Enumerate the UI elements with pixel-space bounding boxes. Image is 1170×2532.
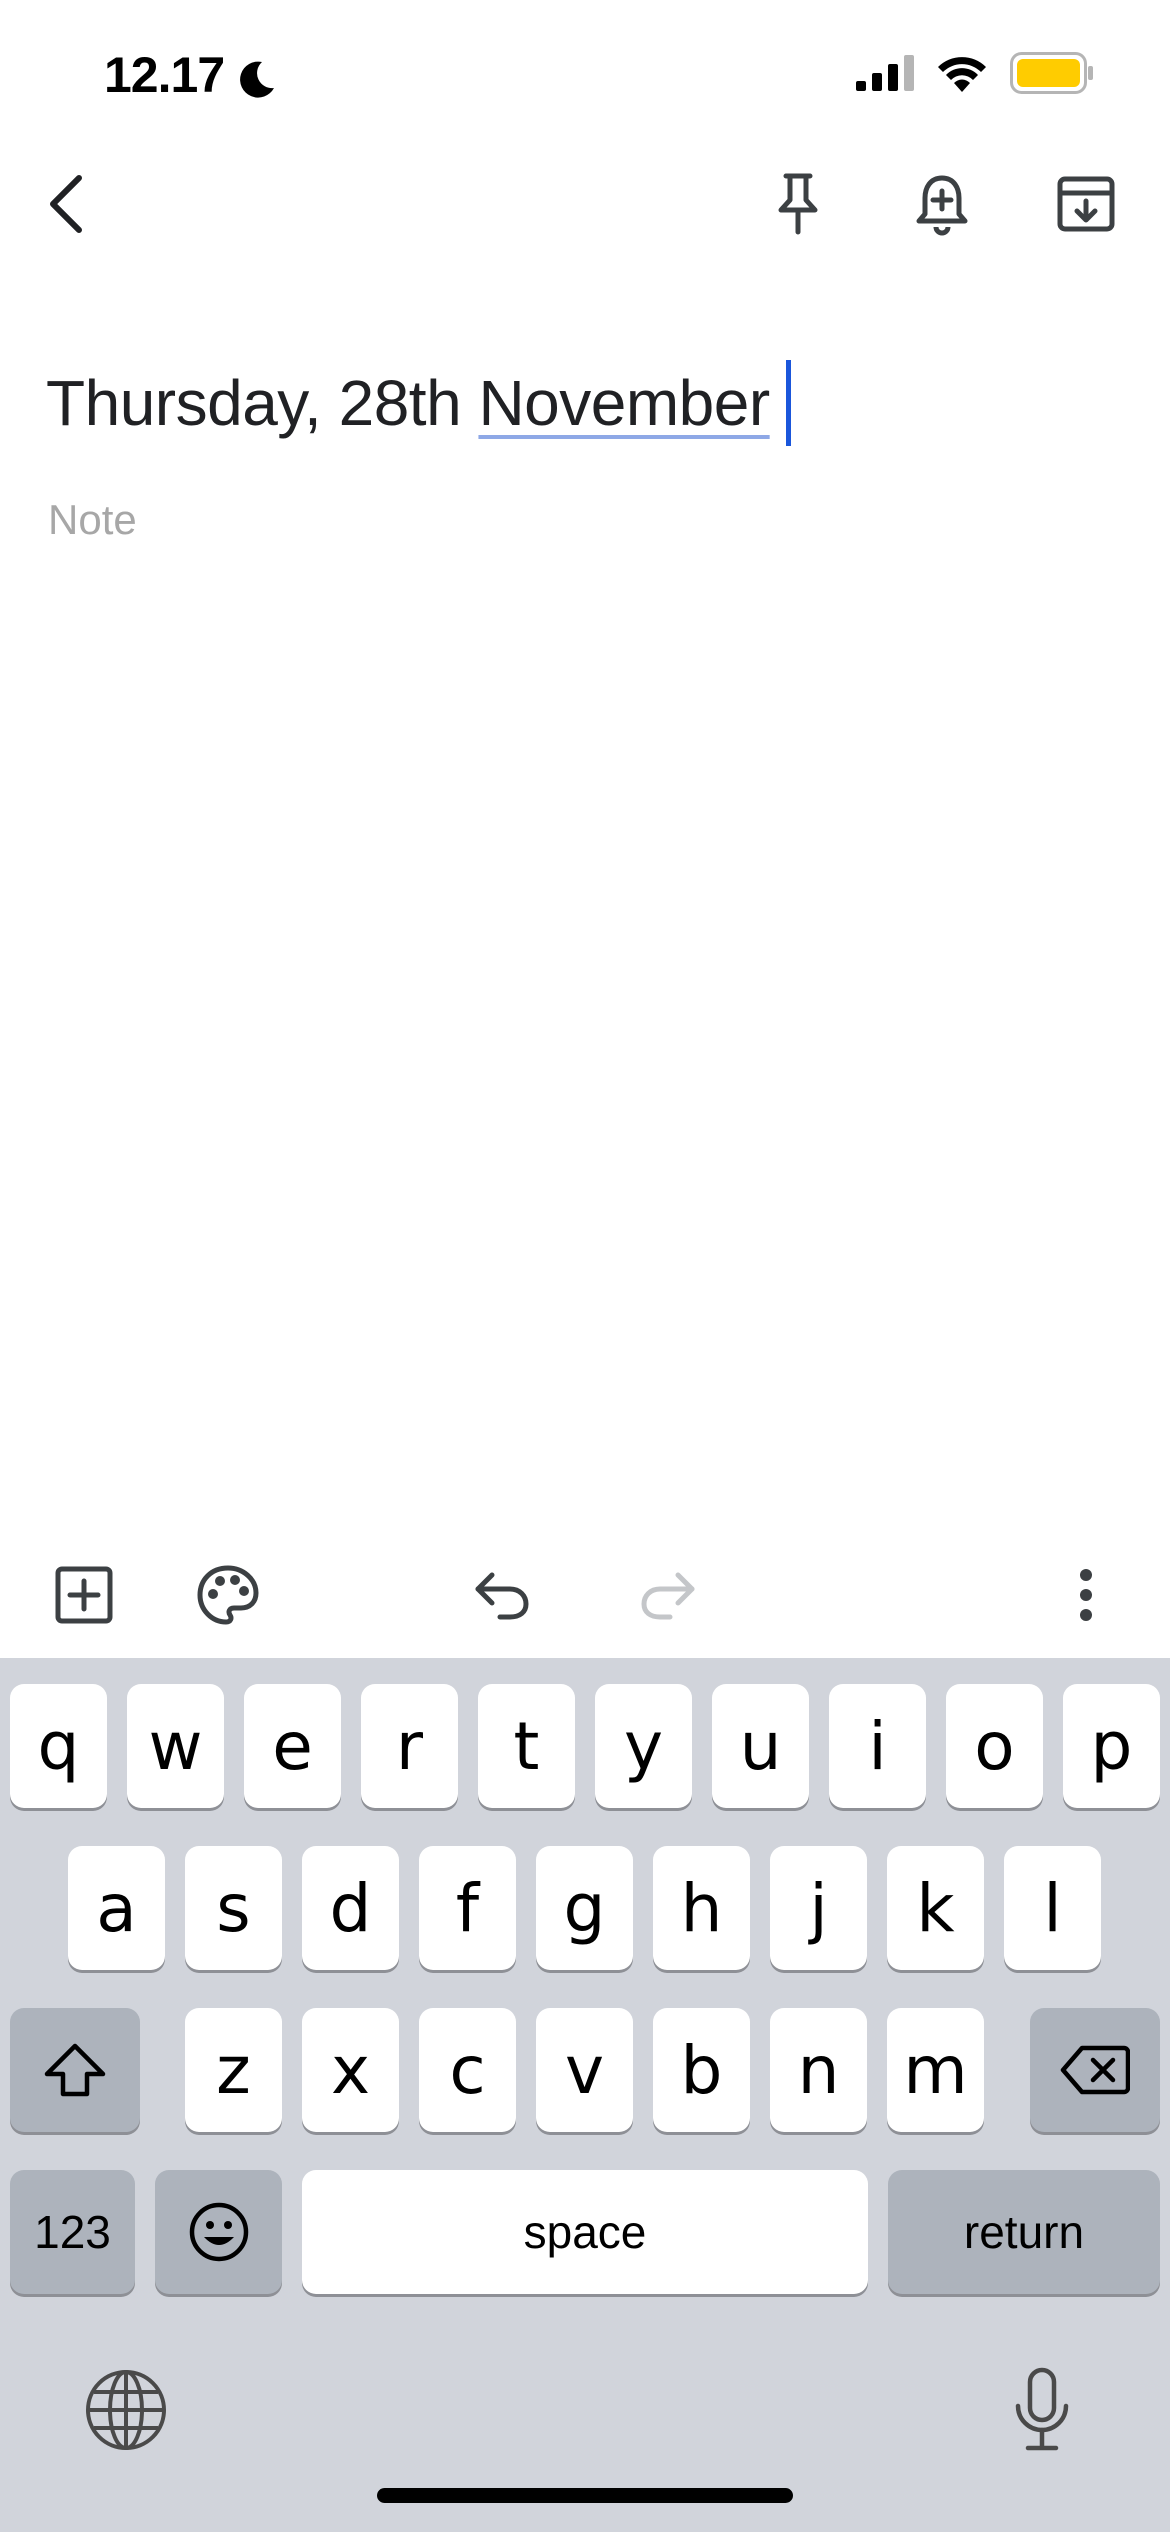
cellular-signal-icon xyxy=(856,55,914,91)
keyboard: q w e r t y u i o p a s d f g h j k l z … xyxy=(0,1658,1170,2532)
back-arrow-icon xyxy=(50,175,82,233)
key-e[interactable]: e xyxy=(244,1684,341,1808)
key-s[interactable]: s xyxy=(185,1846,282,1970)
undo-icon xyxy=(475,1572,529,1620)
more-vert-icon xyxy=(1080,1569,1092,1621)
reminder-bell-icon xyxy=(916,175,968,236)
key-c[interactable]: c xyxy=(419,2008,516,2132)
archive-button[interactable] xyxy=(1036,154,1136,254)
key-j[interactable]: j xyxy=(770,1846,867,1970)
key-t[interactable]: t xyxy=(478,1684,575,1808)
status-bar: 12.17 xyxy=(0,0,1170,150)
app-bar xyxy=(0,150,1170,260)
numbers-key[interactable]: 123 xyxy=(10,2170,135,2294)
microphone-icon xyxy=(1015,2367,1069,2451)
key-z[interactable]: z xyxy=(185,2008,282,2132)
note-title-autocorrect-word: November xyxy=(478,367,770,439)
emoji-key[interactable] xyxy=(155,2170,282,2294)
key-y[interactable]: y xyxy=(595,1684,692,1808)
battery-icon xyxy=(1010,52,1093,94)
key-v[interactable]: v xyxy=(536,2008,633,2132)
key-q[interactable]: q xyxy=(10,1684,107,1808)
editor-toolbar xyxy=(0,1530,1170,1660)
space-key[interactable]: space xyxy=(302,2170,868,2294)
return-key[interactable]: return xyxy=(888,2170,1160,2294)
key-x[interactable]: x xyxy=(302,2008,399,2132)
note-title-text: Thursday, 28th xyxy=(46,367,479,439)
add-box-icon xyxy=(55,1566,113,1624)
pin-icon xyxy=(778,173,818,235)
note-body-field[interactable]: Note xyxy=(48,496,137,544)
note-title-field[interactable]: Thursday, 28th November xyxy=(46,360,791,446)
pin-button[interactable] xyxy=(748,154,848,254)
archive-icon xyxy=(1057,176,1115,232)
key-f[interactable]: f xyxy=(419,1846,516,1970)
reminder-button[interactable] xyxy=(892,154,992,254)
backspace-key[interactable] xyxy=(1030,2008,1160,2132)
key-h[interactable]: h xyxy=(653,1846,750,1970)
redo-icon xyxy=(641,1572,695,1620)
key-o[interactable]: o xyxy=(946,1684,1043,1808)
key-r[interactable]: r xyxy=(361,1684,458,1808)
globe-button[interactable] xyxy=(76,2360,176,2460)
back-button[interactable] xyxy=(16,154,116,254)
key-u[interactable]: u xyxy=(712,1684,809,1808)
key-i[interactable]: i xyxy=(829,1684,926,1808)
more-options-button[interactable] xyxy=(1036,1545,1136,1645)
status-time: 12.17 xyxy=(104,47,225,103)
background-options-button[interactable] xyxy=(178,1545,278,1645)
emoji-icon xyxy=(189,2202,248,2262)
shift-key[interactable] xyxy=(10,2008,140,2132)
key-w[interactable]: w xyxy=(127,1684,224,1808)
dictation-button[interactable] xyxy=(992,2360,1092,2460)
key-n[interactable]: n xyxy=(770,2008,867,2132)
text-caret xyxy=(785,360,791,446)
key-m[interactable]: m xyxy=(887,2008,984,2132)
key-l[interactable]: l xyxy=(1004,1846,1101,1970)
home-indicator xyxy=(377,2488,793,2503)
undo-button[interactable] xyxy=(452,1545,552,1645)
key-g[interactable]: g xyxy=(536,1846,633,1970)
key-d[interactable]: d xyxy=(302,1846,399,1970)
redo-button[interactable] xyxy=(618,1545,718,1645)
moon-icon xyxy=(240,61,274,98)
backspace-icon xyxy=(1060,2045,1130,2095)
globe-icon xyxy=(86,2370,166,2450)
key-a[interactable]: a xyxy=(68,1846,165,1970)
shift-icon xyxy=(44,2043,106,2097)
wifi-icon xyxy=(938,57,986,92)
palette-icon xyxy=(197,1565,259,1625)
key-p[interactable]: p xyxy=(1063,1684,1160,1808)
key-k[interactable]: k xyxy=(887,1846,984,1970)
key-b[interactable]: b xyxy=(653,2008,750,2132)
add-content-button[interactable] xyxy=(34,1545,134,1645)
